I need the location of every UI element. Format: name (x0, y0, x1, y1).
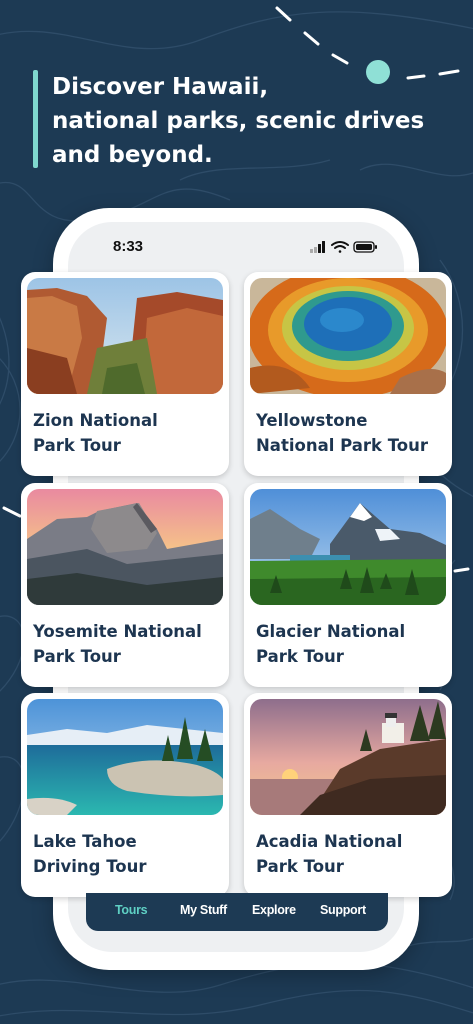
tour-card-title: Yosemite National Park Tour (33, 619, 223, 669)
zion-canyon-image (27, 278, 223, 394)
headline-line-2: national parks, scenic drives (52, 108, 425, 134)
tour-card-title: Yellowstone National Park Tour (256, 408, 446, 458)
tab-bar: Tours My Stuff Explore Support (86, 893, 388, 931)
tour-card-title: Glacier National Park Tour (256, 619, 446, 669)
tour-card-yellowstone[interactable]: Yellowstone National Park Tour (244, 272, 452, 476)
glacier-mountains-image (250, 489, 446, 605)
tour-card-yosemite[interactable]: Yosemite National Park Tour (21, 483, 229, 687)
tour-card-title-line-2: Park Tour (256, 857, 344, 876)
tab-my-stuff[interactable]: My Stuff (180, 903, 227, 917)
tab-explore[interactable]: Explore (252, 903, 296, 917)
tab-support[interactable]: Support (320, 903, 366, 917)
battery-icon (353, 241, 377, 253)
tour-card-title-line-1: Yellowstone (256, 411, 368, 430)
tour-card-title: Acadia National Park Tour (256, 829, 446, 879)
tour-card-title-line-1: Glacier National (256, 622, 406, 641)
tour-card-zion[interactable]: Zion National Park Tour (21, 272, 229, 476)
tour-card-glacier[interactable]: Glacier National Park Tour (244, 483, 452, 687)
status-time: 8:33 (113, 238, 144, 255)
headline: Discover Hawaii, national parks, scenic … (52, 70, 452, 172)
headline-line-3: and beyond. (52, 142, 213, 168)
tour-card-title: Lake Tahoe Driving Tour (33, 829, 223, 879)
tab-tours[interactable]: Tours (115, 903, 148, 917)
signal-icon (310, 241, 325, 253)
tour-card-title-line-2: Park Tour (33, 647, 121, 666)
tour-card-title-line-2: Driving Tour (33, 857, 147, 876)
tour-card-title-line-1: Acadia National (256, 832, 403, 851)
headline-line-1: Discover Hawaii, (52, 74, 269, 100)
half-dome-image (27, 489, 223, 605)
tour-card-title: Zion National Park Tour (33, 408, 223, 458)
headline-accent-bar (33, 70, 38, 168)
tour-card-title-line-2: Park Tour (33, 436, 121, 455)
tour-card-title-line-1: Lake Tahoe (33, 832, 137, 851)
tour-card-lake-tahoe[interactable]: Lake Tahoe Driving Tour (21, 693, 229, 897)
tour-card-acadia[interactable]: Acadia National Park Tour (244, 693, 452, 897)
tour-card-title-line-1: Yosemite National (33, 622, 202, 641)
status-icons (310, 241, 377, 253)
wifi-icon (331, 241, 349, 253)
tour-card-title-line-1: Zion National (33, 411, 158, 430)
grand-prismatic-spring-image (250, 278, 446, 394)
tour-card-title-line-2: National Park Tour (256, 436, 429, 455)
acadia-lighthouse-image (250, 699, 446, 815)
lake-tahoe-image (27, 699, 223, 815)
tour-card-title-line-2: Park Tour (256, 647, 344, 666)
